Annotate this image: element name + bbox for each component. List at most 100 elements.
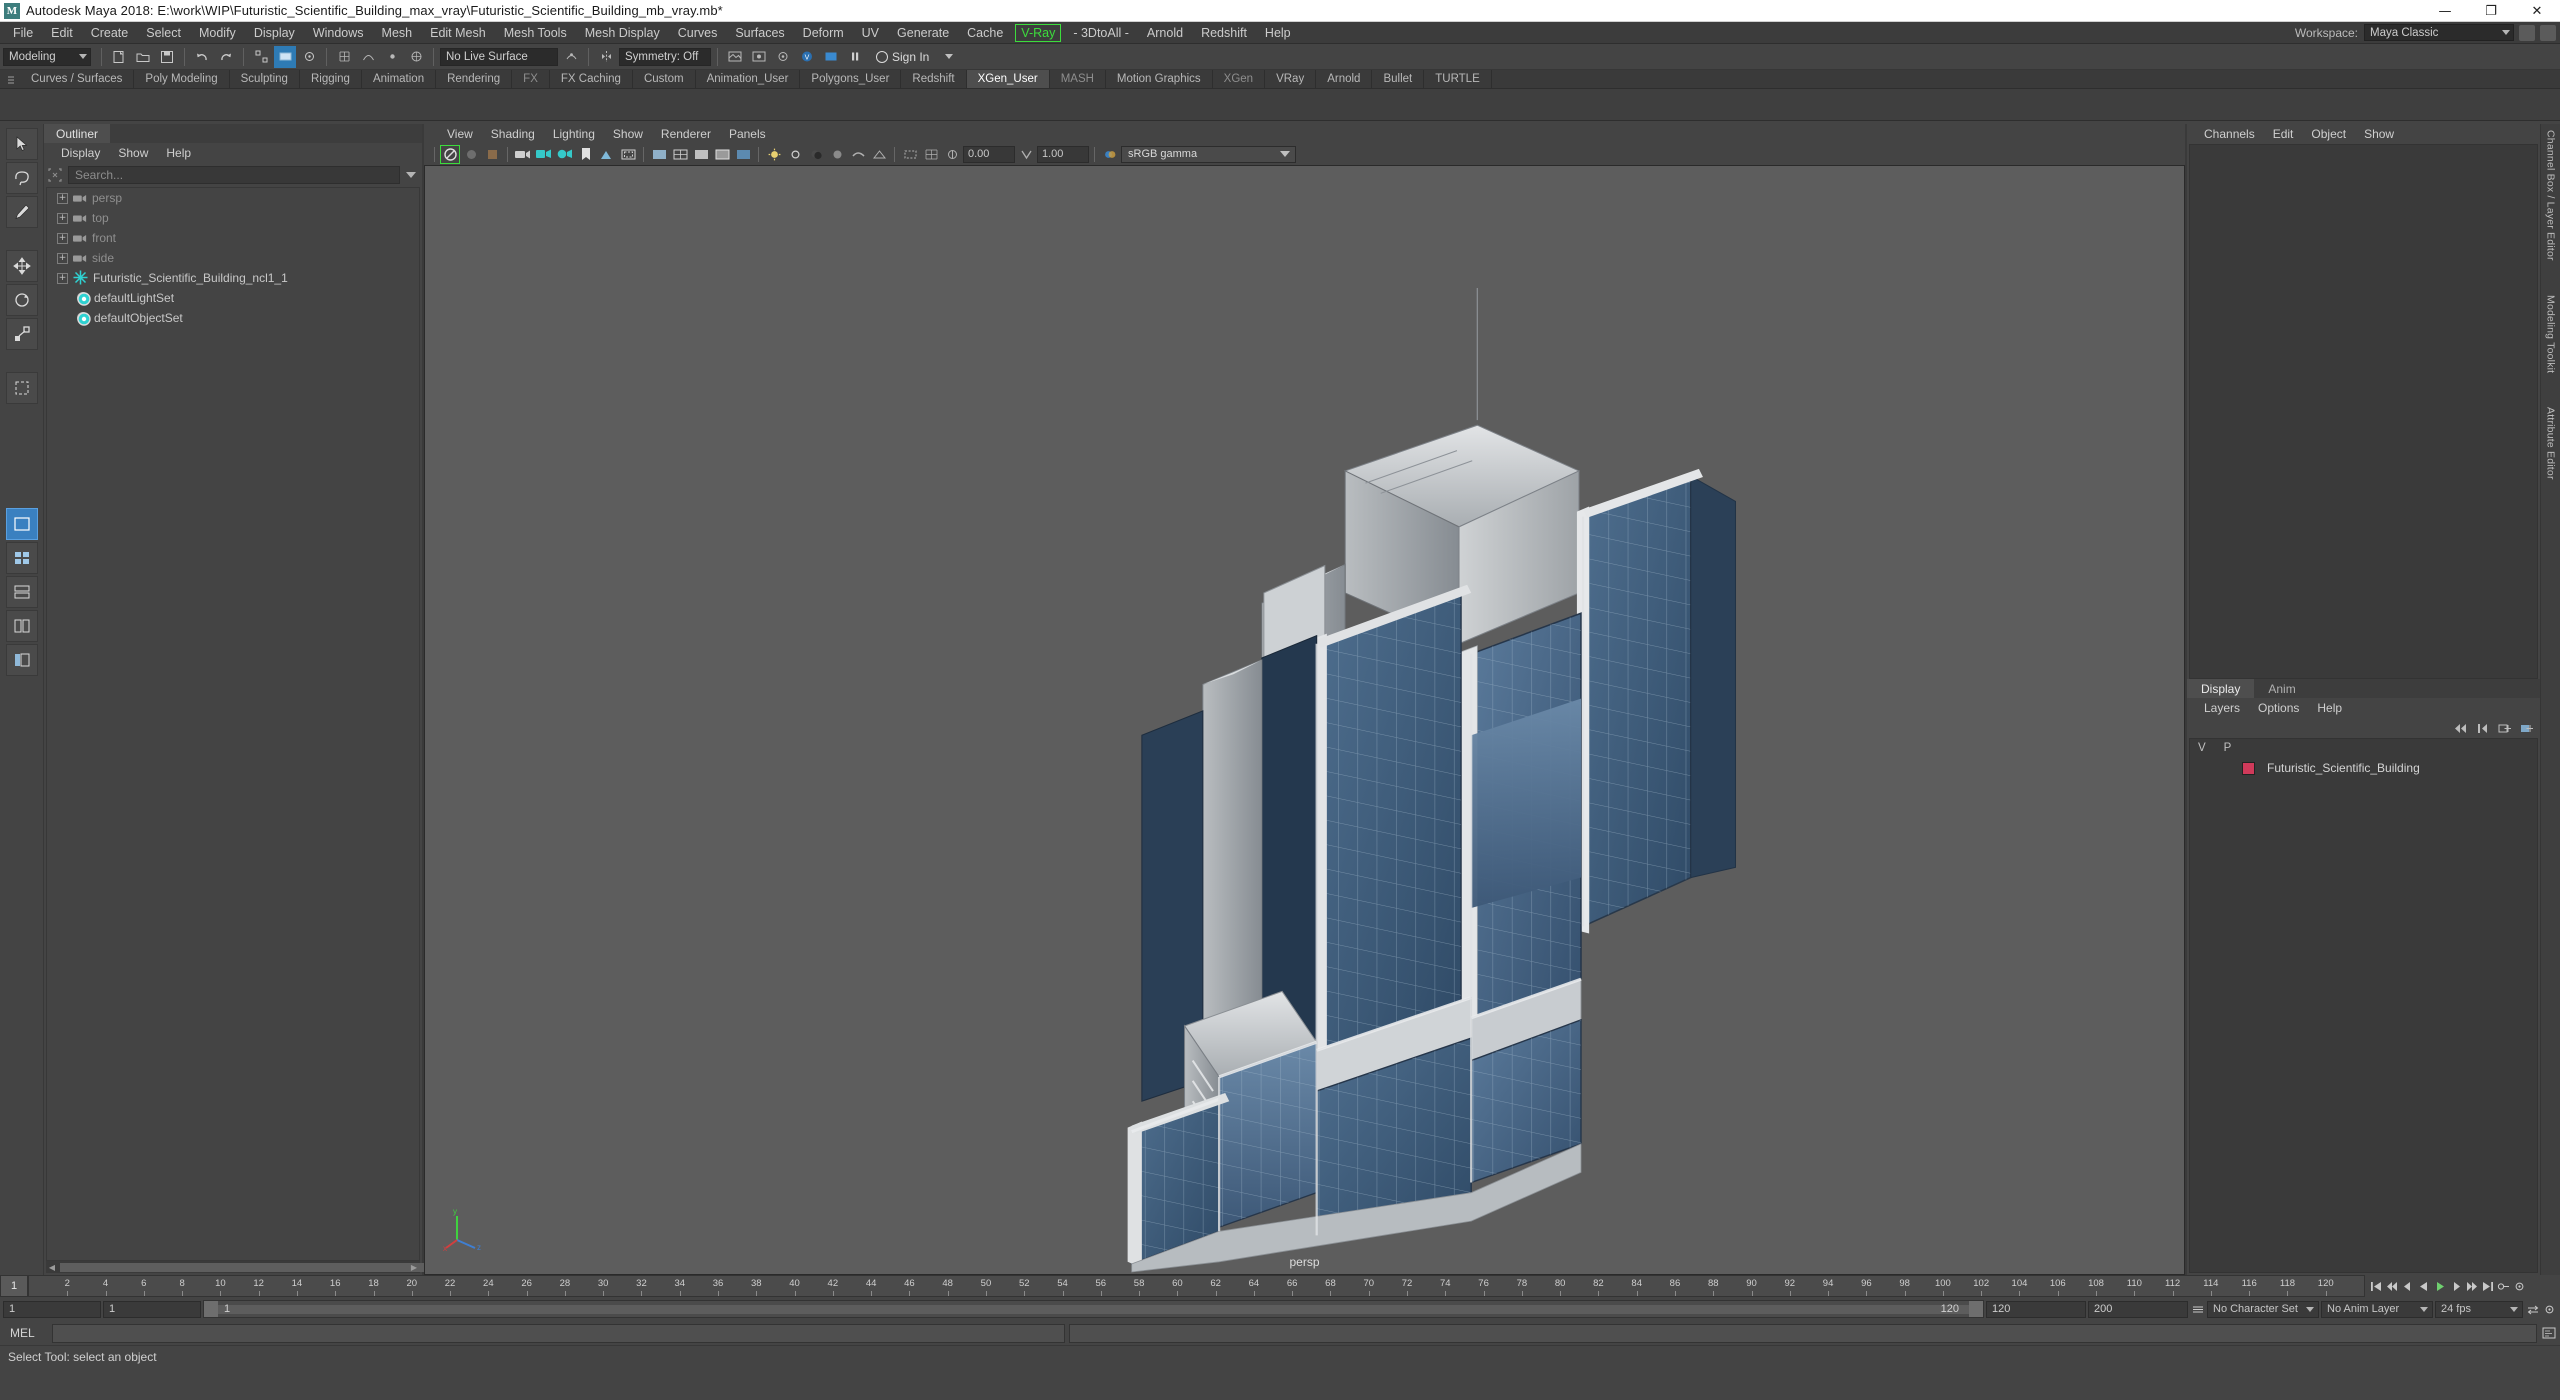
script-editor-icon[interactable] [2541,1325,2556,1341]
tool-paint-select-icon[interactable] [5,196,38,228]
playback-end-field[interactable]: 200 [2088,1300,2188,1318]
shelf-tab-rendering[interactable]: Rendering [436,70,513,88]
shadows-icon[interactable] [806,145,826,164]
select-by-component-button[interactable] [298,46,320,68]
menu-generate[interactable]: Generate [888,23,958,43]
pause-render-button[interactable] [844,46,866,68]
channelbox-menu-channels[interactable]: Channels [2195,126,2264,142]
menuset-select[interactable]: Modeling [3,47,91,66]
menu-vray[interactable]: V-Ray [1015,23,1062,42]
menu-mesh-display[interactable]: Mesh Display [576,23,669,43]
outliner-item-default-light-set[interactable]: defaultLightSet [47,288,419,308]
viewlayout-four-icon[interactable] [5,542,38,574]
shelf-drag-handle[interactable] [4,70,18,89]
outliner-menu-show[interactable]: Show [109,145,157,161]
layer-tab-anim[interactable]: Anim [2254,679,2310,698]
expand-icon[interactable]: + [57,192,68,204]
viewport-menu-panels[interactable]: Panels [720,126,775,142]
shelf-tab-xgen[interactable]: XGen [1212,70,1266,88]
shelf-tab-rigging[interactable]: Rigging [299,70,362,88]
menu-mesh-tools[interactable]: Mesh Tools [495,23,576,43]
symmetry-field[interactable]: Symmetry: Off [619,47,711,66]
shelf-tab-polygons-user[interactable]: Polygons_User [800,70,902,88]
layer-first-icon[interactable] [2474,721,2490,736]
ambient-occlusion-icon[interactable] [827,145,847,164]
redo-button[interactable] [215,46,237,68]
expand-icon[interactable]: + [57,272,68,284]
playback-start-field[interactable]: 120 [1986,1300,2086,1318]
menu-surfaces[interactable]: Surfaces [726,23,793,43]
menu-create[interactable]: Create [82,23,138,43]
outliner-item-persp[interactable]: + persp [47,188,419,208]
viewport-menu-show[interactable]: Show [604,126,652,142]
gamma-field[interactable]: 1.00 [1037,145,1089,163]
live-surface-field[interactable]: No Live Surface [440,47,558,66]
tool-lasso-icon[interactable] [5,162,38,194]
channelbox-menu-object[interactable]: Object [2302,126,2355,142]
scene-lights-icon[interactable] [785,145,805,164]
menu-redshift[interactable]: Redshift [1192,23,1256,43]
menu-mesh[interactable]: Mesh [373,23,422,43]
anim-layer-select[interactable]: No Anim Layer [2321,1300,2433,1318]
resolution-gate-icon[interactable] [618,145,638,164]
menu-cache[interactable]: Cache [958,23,1012,43]
shelf-tab-arnold[interactable]: Arnold [1316,70,1373,88]
colorspace-icon[interactable] [1100,145,1120,164]
render-settings-button[interactable] [772,46,794,68]
menu-uv[interactable]: UV [853,23,888,43]
snap-to-projected-center-button[interactable] [405,46,427,68]
range-start-field-2[interactable]: 1 [103,1300,201,1318]
scroll-left-arrow-icon[interactable]: ◀ [46,1263,58,1272]
outliner-collapse-icon[interactable] [404,172,418,178]
menu-arnold[interactable]: Arnold [1138,23,1192,43]
save-scene-button[interactable] [156,46,178,68]
viewlayout-two-stacked-icon[interactable] [5,576,38,608]
menu-select[interactable]: Select [137,23,190,43]
range-slider-left-handle[interactable] [204,1301,218,1317]
outliner-horizontal-scrollbar[interactable]: ◀ ▶ [46,1261,490,1273]
create-layer-from-selection-icon[interactable] [2518,721,2534,736]
shelf-tab-fx[interactable]: FX [512,70,550,88]
menu-help[interactable]: Help [1256,23,1300,43]
tool-scale-icon[interactable] [5,318,38,350]
layers-menu-help[interactable]: Help [2308,700,2351,716]
wireframe-mode-icon[interactable] [670,145,690,164]
tool-select-icon[interactable] [5,128,38,160]
command-input[interactable] [52,1323,1066,1343]
shelf-tab-poly-modeling[interactable]: Poly Modeling [134,70,230,88]
help-search-icon[interactable] [2540,24,2556,41]
shelf-tab-custom[interactable]: Custom [632,70,696,88]
viewport-menu-shading[interactable]: Shading [482,126,544,142]
sign-in-button[interactable]: Sign In [868,47,961,67]
menu-curves[interactable]: Curves [669,23,727,43]
expand-icon[interactable]: + [57,232,68,244]
shelf-tab-redshift[interactable]: Redshift [901,70,967,88]
layers-menu-layers[interactable]: Layers [2195,700,2249,716]
viewport-menu-view[interactable]: View [438,126,482,142]
snap-to-grid-button[interactable] [333,46,355,68]
symmetry-icon[interactable] [595,46,617,68]
textured-mode-icon[interactable] [733,145,753,164]
isolate-select-icon[interactable] [900,145,920,164]
outliner-menu-display[interactable]: Display [52,145,109,161]
snap-to-point-button[interactable] [381,46,403,68]
shelf-tab-curves-surfaces[interactable]: Curves / Surfaces [20,70,135,88]
camera-attributes-icon[interactable] [461,145,481,164]
menu-edit-mesh[interactable]: Edit Mesh [421,23,495,43]
anim-prefs-icon[interactable] [2542,1301,2557,1317]
layer-row[interactable]: Futuristic_Scientific_Building [2190,757,2537,779]
character-set-select[interactable]: No Character Set [2207,1300,2319,1318]
minimize-button[interactable]: — [2422,0,2468,22]
layer-color-swatch[interactable] [2242,761,2255,775]
tab-modeling-toolkit[interactable]: Modeling Toolkit [2545,295,2557,373]
anim-preferences-icon[interactable] [2512,1278,2527,1294]
shelf-tab-vray[interactable]: VRay [1265,70,1317,88]
select-camera-icon[interactable] [440,144,460,164]
shelf-tab-motion-graphics[interactable]: Motion Graphics [1105,70,1213,88]
scroll-right-arrow-icon[interactable]: ▶ [408,1263,420,1272]
range-slider-right-handle[interactable] [1969,1301,1983,1317]
grid-toggle-icon[interactable] [576,145,596,164]
step-back-frame-icon[interactable] [2400,1278,2415,1294]
exposure-icon[interactable] [942,145,962,164]
channel-box-content[interactable] [2189,144,2538,679]
